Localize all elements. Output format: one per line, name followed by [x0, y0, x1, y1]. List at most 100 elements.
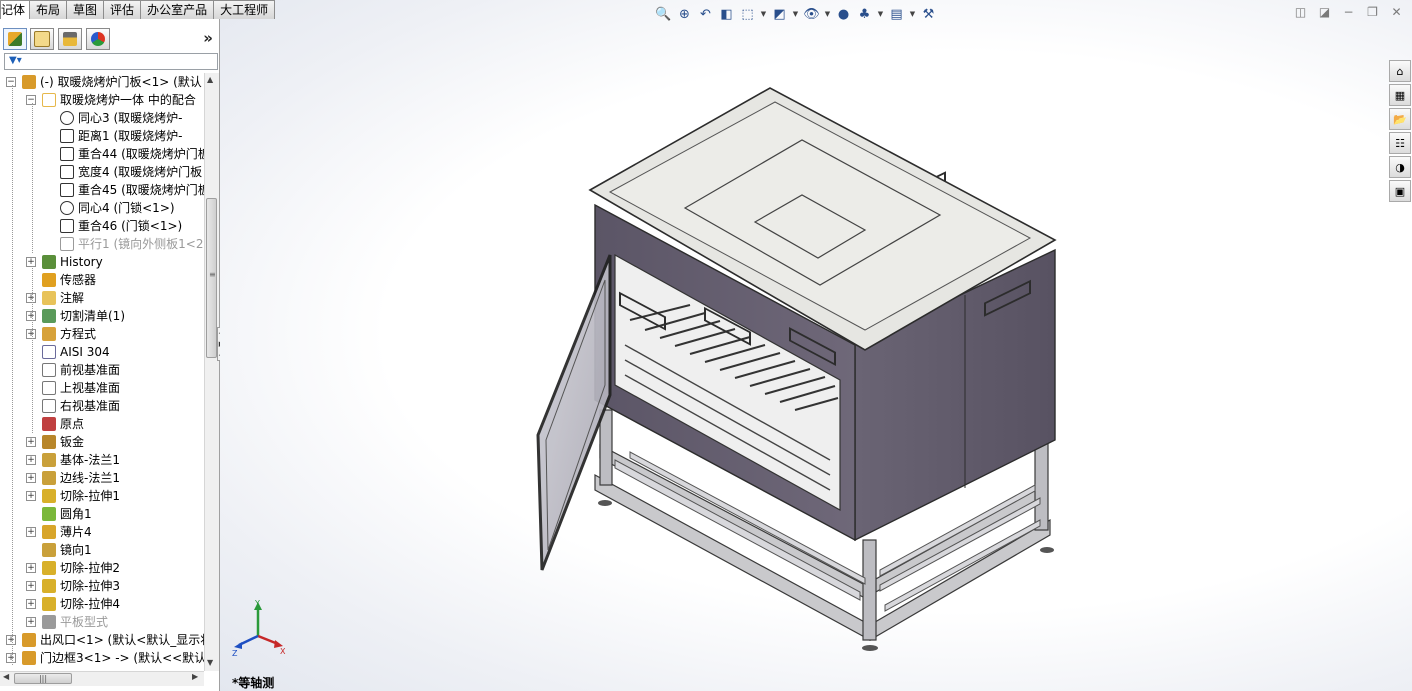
close-icon[interactable]: ✕	[1389, 6, 1404, 19]
expand-toggle-icon[interactable]: +	[26, 617, 36, 627]
tree-item[interactable]: + 门边框3<1> -> (默认<<默认	[0, 649, 206, 667]
tree-item[interactable]: + History	[0, 253, 206, 271]
scroll-left-arrow-icon[interactable]: ◀	[3, 672, 9, 681]
scroll-right-arrow-icon[interactable]: ▶	[192, 672, 198, 681]
view-orientation-icon[interactable]: ⬚	[738, 5, 757, 23]
tree-item[interactable]: + 切除-拉伸4	[0, 595, 206, 613]
tree-item[interactable]: 原点	[0, 415, 206, 433]
tree-item[interactable]: 传感器	[0, 271, 206, 289]
expand-panel-button[interactable]: »	[203, 29, 213, 47]
tree-item[interactable]: + 平板型式	[0, 613, 206, 631]
tile-left-icon[interactable]: ◫	[1293, 6, 1308, 19]
scroll-up-arrow-icon[interactable]: ▲	[207, 75, 213, 84]
dropdown-arrow-icon[interactable]: ▼	[876, 10, 885, 18]
expand-toggle-icon[interactable]: +	[26, 257, 36, 267]
tree-item[interactable]: + 出风口<1> (默认<默认_显示状	[0, 631, 206, 649]
file-explorer-icon[interactable]: 📂	[1389, 108, 1411, 130]
property-manager-tab[interactable]	[30, 28, 54, 50]
expand-toggle-icon[interactable]: +	[26, 311, 36, 321]
tree-item[interactable]: 同心3 (取暖烧烤炉-	[0, 109, 206, 127]
tree-item[interactable]: 宽度4 (取暖烧烤炉门板	[0, 163, 206, 181]
expand-toggle-icon[interactable]: +	[26, 329, 36, 339]
tree-item[interactable]: + 切除-拉伸3	[0, 577, 206, 595]
tree-item[interactable]: 重合44 (取暖烧烤炉门板	[0, 145, 206, 163]
tab-4[interactable]: 评估	[103, 0, 142, 19]
edit-appearance-icon[interactable]: ●	[834, 5, 853, 23]
tree-item[interactable]: − (-) 取暖烧烤炉门板<1> (默认	[0, 73, 206, 91]
expand-toggle-icon[interactable]: +	[26, 599, 36, 609]
tree-item[interactable]: + 方程式	[0, 325, 206, 343]
dropdown-arrow-icon[interactable]: ▼	[759, 10, 768, 18]
collapse-toggle-icon[interactable]: −	[6, 77, 16, 87]
horizontal-scroll-thumb[interactable]: |||	[14, 673, 72, 684]
hide-show-items-icon[interactable]: 👁	[802, 5, 821, 23]
tree-vertical-scrollbar[interactable]: ▲ ≡ ▼	[204, 73, 219, 671]
realview-icon[interactable]: ⚒	[919, 5, 938, 23]
view-settings-icon[interactable]: ▤	[887, 5, 906, 23]
display-style-icon[interactable]: ◩	[770, 5, 789, 23]
tree-item[interactable]: + 基体-法兰1	[0, 451, 206, 469]
tree-filter-field[interactable]: ▼▾	[4, 53, 218, 70]
vertical-scroll-thumb[interactable]: ≡	[206, 198, 217, 358]
oven-3d-model[interactable]	[520, 80, 1080, 670]
expand-toggle-icon[interactable]: +	[26, 491, 36, 501]
tab-5[interactable]: 办公室产品	[140, 0, 215, 19]
custom-properties-icon[interactable]: ▣	[1389, 180, 1411, 202]
expand-toggle-icon[interactable]: +	[26, 455, 36, 465]
dropdown-arrow-icon[interactable]: ▼	[823, 10, 832, 18]
zoom-to-fit-icon[interactable]: 🔍	[654, 5, 673, 23]
zoom-to-area-icon[interactable]: ⊕	[675, 5, 694, 23]
tree-item[interactable]: 重合46 (门锁<1>)	[0, 217, 206, 235]
tree-item[interactable]: 平行1 (镜向外侧板1<2	[0, 235, 206, 253]
feature-manager-tab[interactable]	[3, 28, 27, 50]
tree-item[interactable]: + 薄片4	[0, 523, 206, 541]
tab-3[interactable]: 草图	[66, 0, 105, 19]
view-palette-icon[interactable]: ☷	[1389, 132, 1411, 154]
tree-item-label: 薄片4	[60, 525, 92, 539]
tree-item[interactable]: + 切割清单(1)	[0, 307, 206, 325]
tree-item[interactable]: 上视基准面	[0, 379, 206, 397]
tree-item[interactable]: 前视基准面	[0, 361, 206, 379]
dropdown-arrow-icon[interactable]: ▼	[908, 10, 917, 18]
solidworks-resources-icon[interactable]: ⌂	[1389, 60, 1411, 82]
tree-item[interactable]: 重合45 (取暖烧烤炉门板	[0, 181, 206, 199]
tree-horizontal-scrollbar[interactable]: ◀ ||| ▶	[0, 671, 204, 686]
dropdown-arrow-icon[interactable]: ▼	[791, 10, 800, 18]
restore-icon[interactable]: ❐	[1365, 6, 1380, 19]
expand-toggle-icon[interactable]: +	[6, 653, 16, 663]
previous-view-icon[interactable]: ↶	[696, 5, 715, 23]
design-library-icon[interactable]: ▦	[1389, 84, 1411, 106]
scroll-down-arrow-icon[interactable]: ▼	[207, 658, 213, 667]
expand-toggle-icon[interactable]: +	[26, 527, 36, 537]
tree-item[interactable]: + 钣金	[0, 433, 206, 451]
section-view-icon[interactable]: ◧	[717, 5, 736, 23]
appearances-icon[interactable]: ◑	[1389, 156, 1411, 178]
apply-scene-icon[interactable]: ♣	[855, 5, 874, 23]
tree-item[interactable]: 镜向1	[0, 541, 206, 559]
expand-toggle-icon[interactable]: +	[26, 473, 36, 483]
expand-toggle-icon[interactable]: +	[26, 437, 36, 447]
expand-toggle-icon[interactable]: +	[26, 293, 36, 303]
tab-6[interactable]: 大工程师	[213, 0, 276, 19]
tab-2[interactable]: 布局	[29, 0, 68, 19]
tree-item[interactable]: 距离1 (取暖烧烤炉-	[0, 127, 206, 145]
configuration-manager-tab[interactable]	[58, 28, 82, 50]
expand-toggle-icon[interactable]: +	[26, 581, 36, 591]
expand-toggle-icon[interactable]: +	[6, 635, 16, 645]
tree-item[interactable]: − 取暖烧烤炉一体 中的配合	[0, 91, 206, 109]
tab-1[interactable]: 记体	[0, 0, 31, 19]
tile-right-icon[interactable]: ◪	[1317, 6, 1332, 19]
tree-item[interactable]: 同心4 (门锁<1>)	[0, 199, 206, 217]
tree-item[interactable]: + 边线-法兰1	[0, 469, 206, 487]
minimize-icon[interactable]: −	[1341, 6, 1356, 19]
tree-item[interactable]: 圆角1	[0, 505, 206, 523]
tree-item[interactable]: 右视基准面	[0, 397, 206, 415]
expand-toggle-icon[interactable]: +	[26, 563, 36, 573]
tree-item[interactable]: AISI 304	[0, 343, 206, 361]
collapse-toggle-icon[interactable]: −	[26, 95, 36, 105]
tree-item[interactable]: + 注解	[0, 289, 206, 307]
filter-icon[interactable]: ▼▾	[9, 55, 22, 66]
tree-item[interactable]: + 切除-拉伸1	[0, 487, 206, 505]
display-manager-tab[interactable]	[86, 28, 110, 50]
tree-item[interactable]: + 切除-拉伸2	[0, 559, 206, 577]
